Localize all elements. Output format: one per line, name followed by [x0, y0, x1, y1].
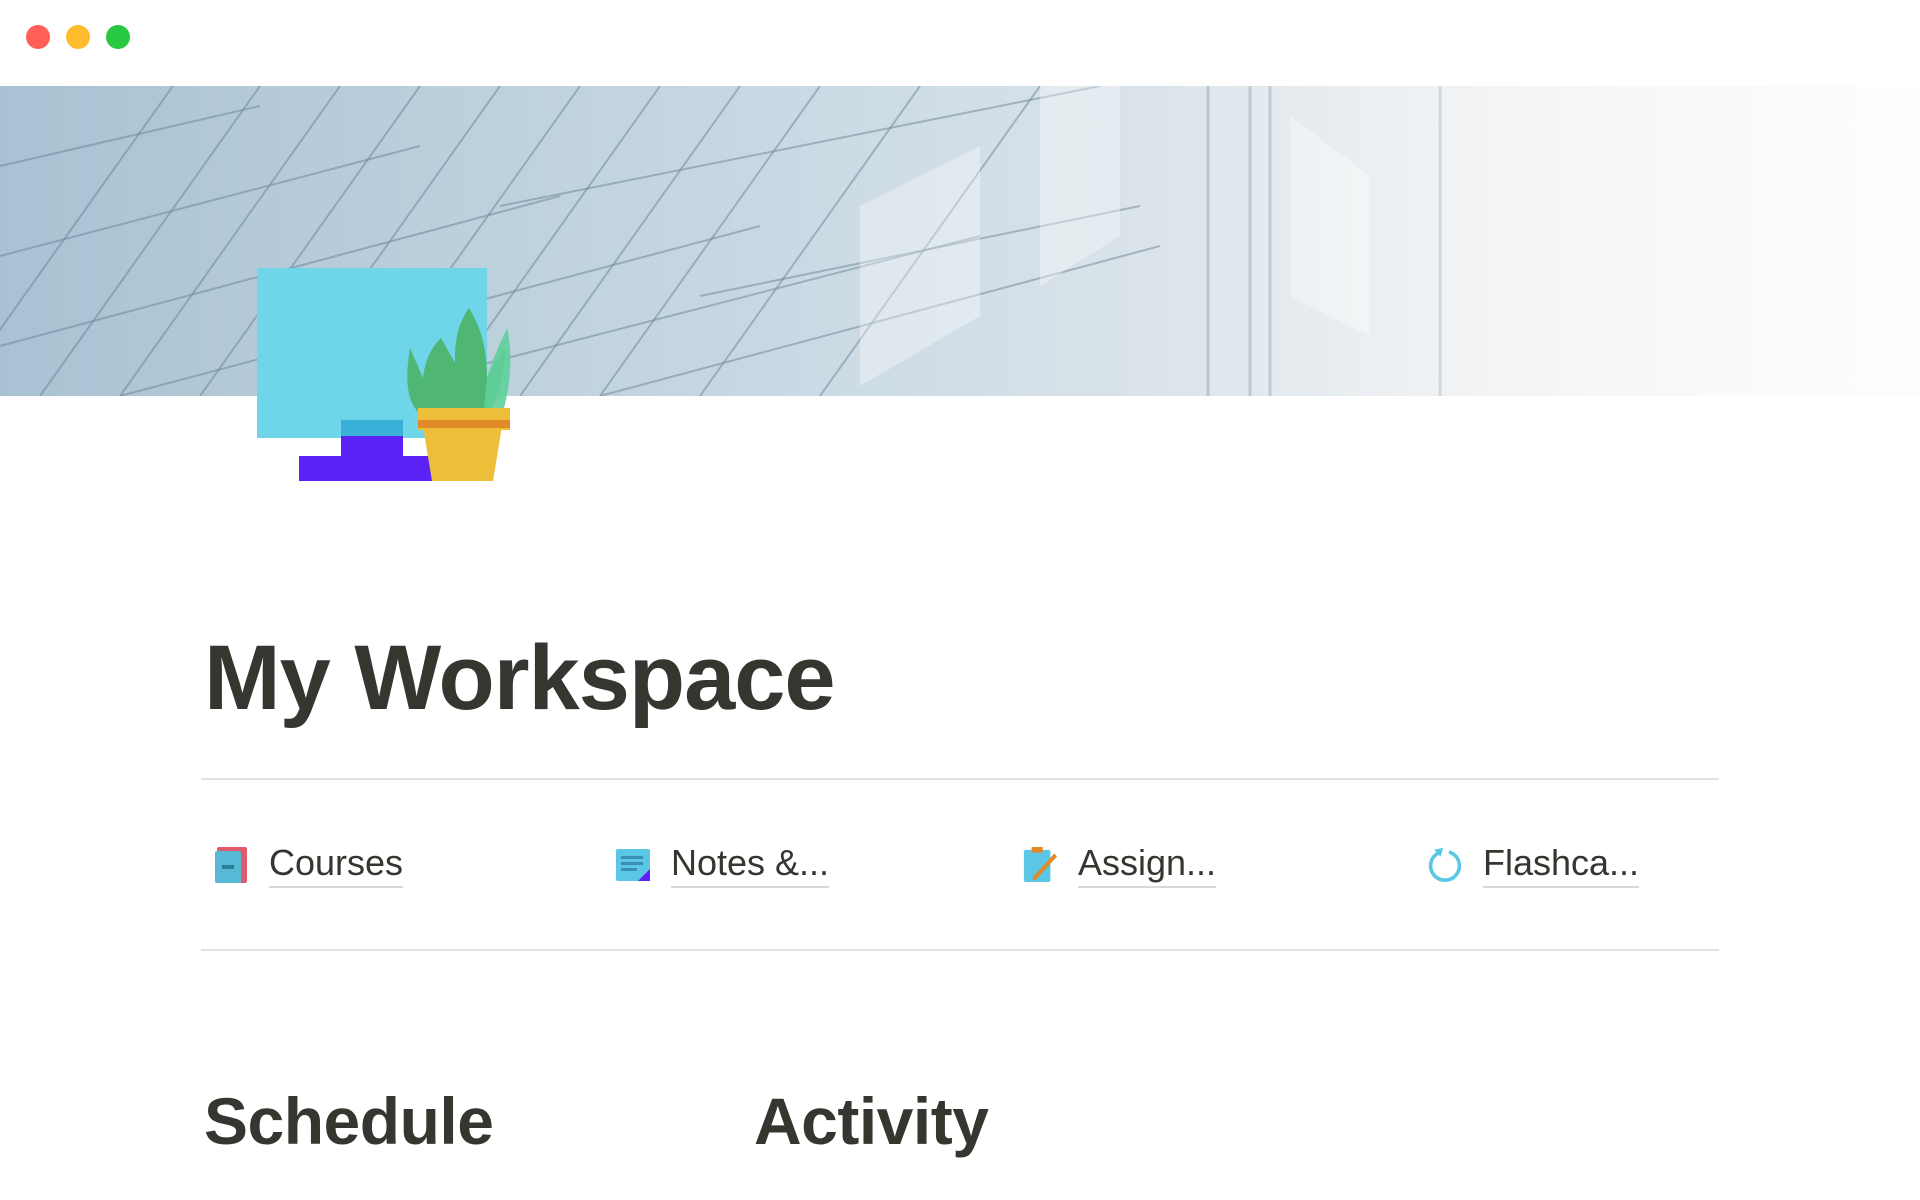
link-label[interactable]: Flashca...	[1483, 842, 1640, 888]
link-label[interactable]: Assign...	[1078, 842, 1217, 888]
link-bar: Courses Notes &... Assign... Flashca...	[201, 840, 1719, 890]
activity-heading: Activity	[754, 1084, 989, 1158]
link-courses[interactable]: Courses	[213, 840, 404, 890]
computer-plant-icon[interactable]	[255, 268, 515, 483]
schedule-heading: Schedule	[204, 1084, 494, 1158]
divider	[201, 778, 1719, 780]
page-title: My Workspace	[204, 627, 836, 729]
refresh-icon	[1427, 845, 1463, 885]
link-notes[interactable]: Notes &...	[615, 840, 830, 890]
title-bar	[0, 0, 1920, 86]
notebook-icon	[213, 845, 249, 885]
divider	[201, 949, 1719, 951]
close-window-button[interactable]	[26, 25, 50, 49]
link-flashcards[interactable]: Flashca...	[1427, 840, 1640, 890]
link-assignments[interactable]: Assign...	[1022, 840, 1217, 890]
notes-icon	[615, 845, 651, 885]
zoom-window-button[interactable]	[106, 25, 130, 49]
app-window: My Workspace Courses Notes &... Assign..…	[0, 0, 1920, 1200]
clipboard-pencil-icon	[1022, 845, 1058, 885]
link-label[interactable]: Courses	[269, 842, 404, 888]
minimize-window-button[interactable]	[66, 25, 90, 49]
link-label[interactable]: Notes &...	[671, 842, 830, 888]
